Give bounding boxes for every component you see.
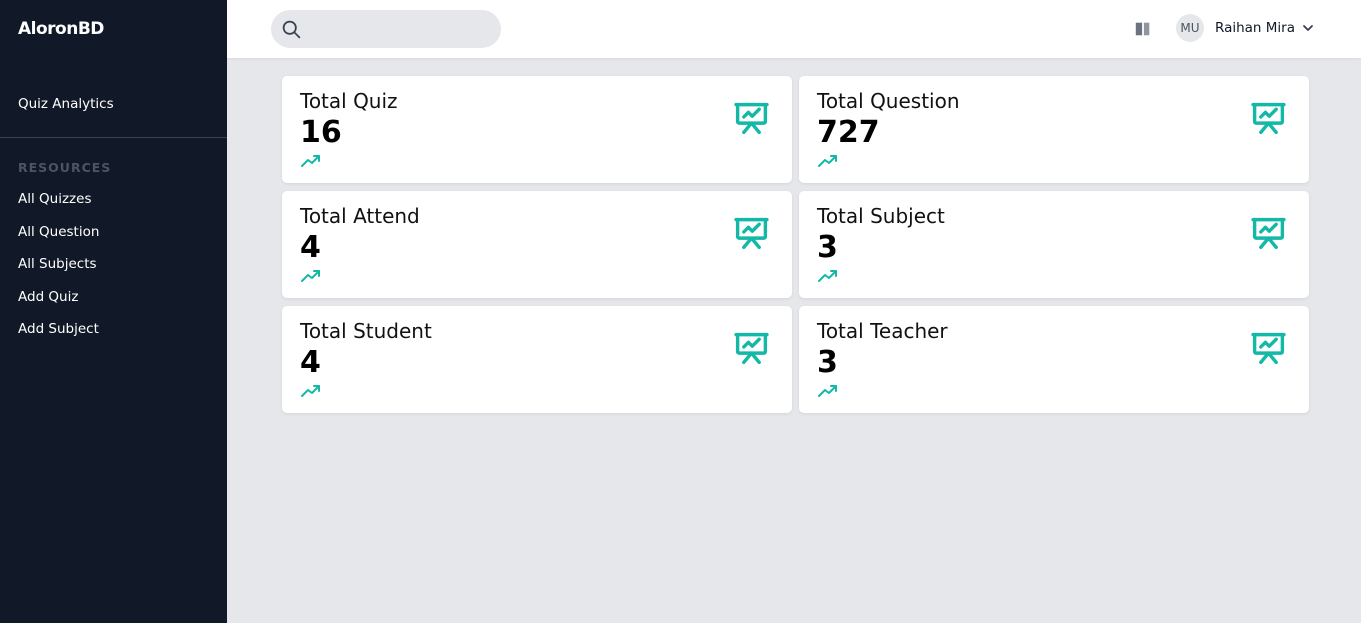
- stat-card-total-attend[interactable]: Total Attend 4: [282, 191, 792, 298]
- trending-up-icon: [301, 155, 320, 167]
- sidebar-item-all-subjects[interactable]: All Subjects: [18, 255, 99, 288]
- presentation-chart-icon: [734, 217, 769, 250]
- presentation-chart-icon: [734, 332, 769, 365]
- search-input[interactable]: [311, 10, 491, 48]
- stat-value: 727: [817, 115, 880, 150]
- section-label-resources: RESOURCES: [18, 160, 112, 175]
- trending-up-icon: [301, 270, 320, 282]
- sidebar-divider: [0, 137, 227, 138]
- presentation-chart-icon: [1251, 332, 1286, 365]
- stat-value: 4: [300, 345, 321, 380]
- sidebar: AloronBD Quiz Analytics RESOURCES All Qu…: [0, 0, 227, 623]
- stat-card-total-quiz[interactable]: Total Quiz 16: [282, 76, 792, 183]
- stat-card-total-question[interactable]: Total Question 727: [799, 76, 1309, 183]
- chevron-down-icon[interactable]: [1302, 22, 1314, 34]
- sidebar-item-all-quizzes[interactable]: All Quizzes: [18, 190, 99, 223]
- sidebar-item-add-subject[interactable]: Add Subject: [18, 320, 99, 353]
- stat-card-total-teacher[interactable]: Total Teacher 3: [799, 306, 1309, 413]
- book-icon[interactable]: [1134, 20, 1152, 38]
- brand-logo[interactable]: AloronBD: [18, 19, 104, 39]
- stat-title: Total Quiz: [300, 89, 398, 113]
- trending-up-icon: [301, 385, 320, 397]
- sidebar-item-all-question[interactable]: All Question: [18, 223, 99, 256]
- trending-up-icon: [818, 385, 837, 397]
- search-bar[interactable]: [271, 10, 501, 48]
- stat-title: Total Attend: [300, 204, 420, 228]
- presentation-chart-icon: [734, 102, 769, 135]
- stat-value: 16: [300, 115, 342, 150]
- stat-title: Total Subject: [817, 204, 945, 228]
- topbar: MU Raihan Mira: [227, 0, 1361, 58]
- trending-up-icon: [818, 270, 837, 282]
- presentation-chart-icon: [1251, 102, 1286, 135]
- sidebar-item-quiz-analytics[interactable]: Quiz Analytics: [18, 96, 114, 112]
- presentation-chart-icon: [1251, 217, 1286, 250]
- avatar[interactable]: MU: [1176, 14, 1204, 42]
- stat-card-total-student[interactable]: Total Student 4: [282, 306, 792, 413]
- sidebar-item-add-quiz[interactable]: Add Quiz: [18, 288, 99, 321]
- stat-card-total-subject[interactable]: Total Subject 3: [799, 191, 1309, 298]
- search-icon[interactable]: [281, 19, 302, 40]
- user-name[interactable]: Raihan Mira: [1215, 20, 1295, 36]
- trending-up-icon: [818, 155, 837, 167]
- sidebar-nav: All Quizzes All Question All Subjects Ad…: [18, 190, 99, 353]
- stat-value: 4: [300, 230, 321, 265]
- stat-title: Total Teacher: [817, 319, 948, 343]
- stat-title: Total Student: [300, 319, 432, 343]
- stat-title: Total Question: [817, 89, 960, 113]
- stat-value: 3: [817, 230, 838, 265]
- stat-value: 3: [817, 345, 838, 380]
